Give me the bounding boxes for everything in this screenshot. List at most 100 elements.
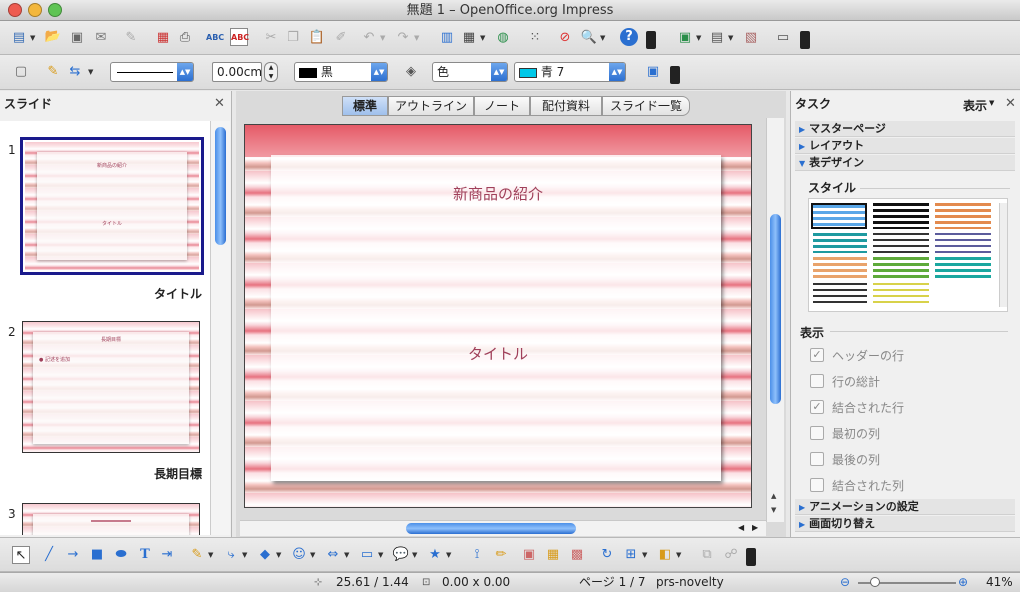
option-checkbox[interactable]: ✓ [810,348,824,362]
section-master-pages[interactable]: ▶ マスターページ [795,121,1015,137]
table-style-gallery[interactable] [808,198,1008,312]
extrusion-icon[interactable]: ⧉ [698,546,716,564]
area-style-select[interactable]: 色 ▲▼ [432,62,508,82]
line-width-stepper[interactable]: ▲ ▼ [264,62,278,82]
table-style-option[interactable] [813,283,867,307]
section-custom-animation[interactable]: ▶ アニメーションの設定 [795,499,1015,515]
slide-layout-icon[interactable]: ▤ [708,29,726,47]
zoom-icon[interactable]: 🔍 [580,29,598,47]
clone-formatting-icon[interactable]: ✐ [332,29,350,47]
paste-icon[interactable]: 📋 [308,29,326,47]
display-grid-icon[interactable]: ◍ [494,29,512,47]
basic-shapes-icon[interactable]: ◆ [256,546,274,564]
table-style-option[interactable] [873,257,929,279]
scroll-down-icon[interactable]: ▼ [771,506,776,514]
rectangle-icon[interactable]: ■ [88,546,106,564]
auto-spellcheck-icon[interactable]: ABC [230,28,249,46]
zoom-window-button[interactable] [48,3,62,17]
spellcheck-icon[interactable]: ABC [206,29,224,47]
chevron-down-icon[interactable]: ▼ [676,551,681,559]
table-style-option[interactable] [873,233,929,253]
option-checkbox[interactable] [810,478,824,492]
help-icon[interactable]: ? [620,28,638,46]
table-style-option[interactable] [873,283,929,307]
slide-thumbnail[interactable] [22,503,200,535]
table-style-option[interactable] [813,257,867,279]
shadow-icon[interactable]: ▣ [644,63,662,81]
gallery-icon[interactable]: ▩ [568,546,586,564]
zoom-level[interactable]: 41% [986,573,1013,592]
scroll-right-icon[interactable]: ▶ [752,523,758,532]
toolbar-overflow-icon[interactable] [670,66,680,84]
flowchart-icon[interactable]: ▭ [358,546,376,564]
chevron-down-icon[interactable]: ▼ [728,34,733,42]
chevron-down-icon[interactable]: ▼ [30,34,35,42]
cut-icon[interactable]: ✂ [262,29,280,47]
chevron-down-icon[interactable]: ▼ [696,34,701,42]
copy-icon[interactable]: ❐ [284,29,302,47]
chart-icon[interactable]: ▥ [438,29,456,47]
scrollbar-thumb[interactable] [215,127,226,245]
print-icon[interactable]: ⎙ [176,29,194,47]
line-style-select[interactable]: ▲▼ [110,62,194,82]
navigator-icon[interactable]: ⊘ [556,29,574,47]
option-checkbox[interactable] [810,426,824,440]
scrollbar-thumb[interactable] [770,214,781,404]
minimize-window-button[interactable] [28,3,42,17]
text-icon[interactable]: T [136,546,154,564]
zoom-out-icon[interactable]: ⊖ [840,573,850,592]
export-pdf-icon[interactable]: ▦ [154,29,172,47]
redo-icon[interactable]: ↷ [394,29,412,47]
callouts-icon[interactable]: 💬 [392,546,410,564]
scroll-up-icon[interactable]: ▲ [771,492,776,500]
chevron-down-icon[interactable]: ▼ [989,99,994,107]
curve-icon[interactable]: ✎ [188,546,206,564]
zoom-slider-handle[interactable] [870,577,880,587]
interaction-icon[interactable]: ☍ [722,546,740,564]
chevron-down-icon[interactable]: ▼ [414,34,419,42]
glue-points-icon[interactable]: ✏ [492,546,510,564]
area-color-select[interactable]: 青 7 ▲▼ [514,62,626,82]
chevron-down-icon[interactable]: ▼ [88,68,93,76]
section-layouts[interactable]: ▶ レイアウト [795,138,1015,154]
line-icon[interactable]: ✎ [44,63,62,81]
line-width-field[interactable]: 0.00cm [212,62,262,82]
rotate-icon[interactable]: ↻ [598,546,616,564]
scrollbar-thumb[interactable] [406,523,576,534]
select-arrow-icon[interactable]: ↖ [12,546,30,564]
tab-handout[interactable]: 配付資料 [530,96,602,116]
slide-thumbnail-selected[interactable]: 新商品の紹介 タイトル [20,137,204,275]
tab-notes[interactable]: ノート [474,96,530,116]
open-folder-icon[interactable]: 📂 [44,28,62,46]
slide-icon[interactable]: ▣ [676,29,694,47]
table-icon[interactable]: ▦ [460,29,478,47]
chevron-down-icon[interactable]: ▼ [276,551,281,559]
line-tool-icon[interactable]: ╱ [40,546,58,564]
chevron-down-icon[interactable]: ▼ [344,551,349,559]
email-icon[interactable]: ✉ [92,29,110,47]
slide-thumbnail[interactable]: 長期目標 ● 記述を追加 [22,321,200,453]
align-icon[interactable]: ⊞ [622,546,640,564]
option-checkbox[interactable]: ✓ [810,400,824,414]
close-window-button[interactable] [8,3,22,17]
edit-file-icon[interactable]: ✎ [122,29,140,47]
slides-scrollbar[interactable] [210,121,230,535]
table-style-selected[interactable] [811,203,867,229]
styles-icon[interactable]: ▢ [12,63,30,81]
chevron-down-icon[interactable]: ▼ [378,551,383,559]
toolbar-overflow-icon[interactable] [646,31,656,49]
close-icon[interactable]: ✕ [1005,96,1016,111]
chevron-down-icon[interactable]: ▼ [310,551,315,559]
zoom-in-icon[interactable]: ⊕ [958,573,968,592]
table-style-option[interactable] [935,257,991,279]
tab-outline[interactable]: アウトライン [388,96,474,116]
stars-icon[interactable]: ★ [426,546,444,564]
close-icon[interactable]: ✕ [214,96,225,111]
toolbar-overflow-icon[interactable] [800,31,810,49]
chevron-down-icon[interactable]: ▼ [480,34,485,42]
task-view-menu[interactable]: 表示 [963,97,987,114]
slide-canvas[interactable]: 新商品の紹介 タイトル [244,124,752,508]
area-fill-icon[interactable]: ◈ [402,63,420,81]
chevron-down-icon[interactable]: ▼ [380,34,385,42]
gallery-scrollbar[interactable] [999,203,1007,307]
